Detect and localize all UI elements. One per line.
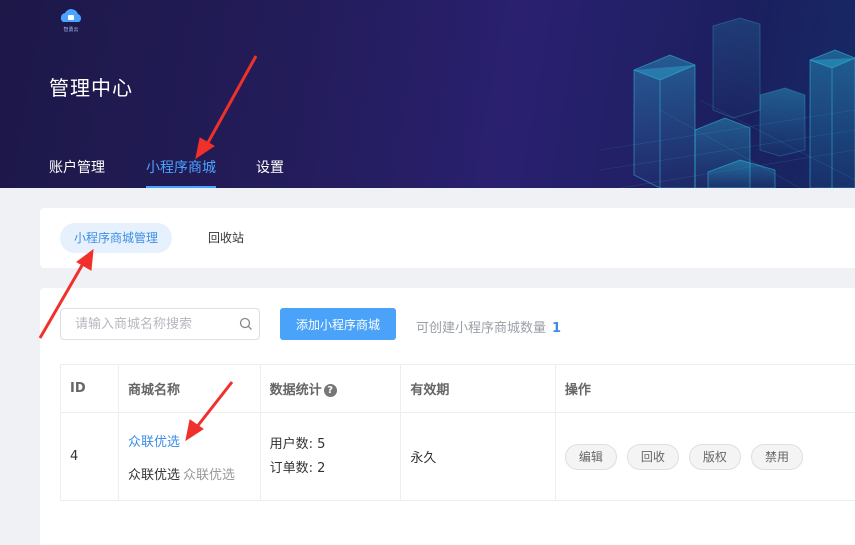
table-row: 4 众联优选 众联优选 众联优选 用户数: 5 订单数: 2 永久 编辑 回收 版权禁… — [59, 412, 855, 501]
header-banner: 智勇云 管理中心 账户管理 小程序商城 设置 — [0, 0, 855, 188]
top-nav: 账户管理 小程序商城 设置 — [0, 157, 400, 188]
search-input[interactable] — [75, 309, 245, 339]
cell-actions: 编辑 回收 版权 禁用 — [554, 412, 855, 501]
nav-mini-program-mall[interactable]: 小程序商城 — [146, 157, 216, 188]
search-box — [60, 308, 260, 340]
edit-button[interactable]: 编辑 — [564, 443, 617, 470]
logo-text: 智勇云 — [63, 26, 78, 33]
quota-info: 可创建小程序商城数量 1 — [416, 317, 561, 336]
col-stats: 数据统计? — [259, 364, 402, 413]
help-icon[interactable]: ? — [323, 384, 337, 397]
tab-bar: 小程序商城管理 回收站 — [40, 208, 855, 268]
col-validity: 有效期 — [400, 364, 556, 413]
quota-label: 可创建小程序商城数量 — [416, 321, 547, 336]
quota-value: 1 — [552, 321, 562, 336]
mall-table: ID 商城名称 数据统计? 有效期 操作 4 众联优选 众联优选 众联优选 用户数… — [59, 364, 855, 501]
tab-mall-management[interactable]: 小程序商城管理 — [60, 223, 173, 253]
mall-list-panel: 添加小程序商城 可创建小程序商城数量 1 ID 商城名称 数据统计? 有效期 操作… — [40, 288, 855, 545]
col-id: ID — [59, 364, 120, 413]
col-actions: 操作 — [554, 364, 855, 413]
nav-settings[interactable]: 设置 — [256, 157, 284, 188]
mall-name-detail: 众联优选 众联优选 — [128, 464, 251, 483]
mall-name-link[interactable]: 众联优选 — [128, 431, 180, 450]
add-mall-button[interactable]: 添加小程序商城 — [280, 308, 396, 340]
tab-recycle-bin[interactable]: 回收站 — [194, 223, 258, 253]
copyright-button[interactable]: 版权 — [688, 443, 741, 470]
cell-stats: 用户数: 5 订单数: 2 — [259, 412, 402, 501]
cell-id: 4 — [59, 412, 120, 501]
nav-account[interactable]: 账户管理 — [49, 157, 105, 188]
cloud-logo-icon: 智勇云 — [60, 9, 82, 33]
page-title: 管理中心 — [49, 76, 133, 100]
city-illustration — [600, 17, 855, 188]
cell-mall-name: 众联优选 众联优选 众联优选 — [118, 412, 261, 501]
col-stats-label: 数据统计 — [269, 383, 322, 398]
table-header-row: ID 商城名称 数据统计? 有效期 操作 — [59, 364, 855, 413]
mall-name-sub: 众联优选 — [183, 468, 236, 483]
recycle-button[interactable]: 回收 — [626, 443, 679, 470]
mall-name-main: 众联优选 — [128, 468, 181, 483]
search-icon[interactable] — [239, 317, 253, 331]
stat-users: 用户数: 5 — [269, 436, 326, 452]
col-mall-name: 商城名称 — [118, 364, 261, 413]
cell-validity: 永久 — [400, 412, 556, 501]
disable-button[interactable]: 禁用 — [750, 443, 803, 470]
stat-orders: 订单数: 2 — [269, 460, 326, 476]
